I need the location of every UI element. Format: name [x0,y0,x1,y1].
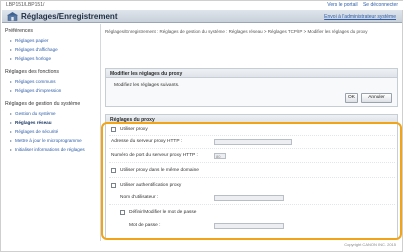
sidebar-item-system-management[interactable]: Gestion du système [10,111,56,116]
model-name: LBP151/LBP151/ [6,2,45,8]
proxy-panel-title: Réglages du proxy [106,115,397,123]
divider [109,162,395,163]
breadcrumb: Réglages/Enregistrement : Réglages de ge… [105,29,368,34]
set-password-label: Définir/Modifier le mot de passe [129,209,197,215]
same-domain-checkbox[interactable] [111,168,116,173]
use-auth-checkbox[interactable] [111,183,116,188]
sidebar: Préférences Réglages papier Réglages d'a… [2,24,101,241]
server-address-input[interactable] [214,139,292,145]
proxy-settings-panel: Réglages du proxy Utiliser proxy Adresse… [101,114,402,240]
main-content: Réglages/Enregistrement : Réglages de ge… [101,24,402,241]
divider [109,177,395,178]
sidebar-item-paper[interactable]: Réglages papier [10,38,48,43]
same-domain-label: Utiliser proxy dans le même domaine [120,167,199,173]
portal-link[interactable]: Vers le portail [327,2,357,8]
edit-proxy-panel: Modifier les réglages du proxy Modifiez … [105,68,398,107]
top-links: Vers le portail Se déconnecter [323,2,398,8]
edit-panel-title: Modifier les réglages du proxy [106,69,397,78]
port-input[interactable]: 80 [214,153,226,159]
sidebar-group-functions: Réglages des fonctions [5,69,59,75]
sidebar-item-network[interactable]: Réglages réseau [10,120,52,125]
username-input[interactable] [214,195,284,201]
sidebar-item-firmware[interactable]: Mettre à jour le microprogramme [10,138,82,143]
sidebar-item-common[interactable]: Réglages communs [10,79,56,84]
sidebar-item-display[interactable]: Réglages d'affichage [10,47,58,52]
divider [109,204,395,205]
use-proxy-checkbox[interactable] [111,127,116,132]
page-header: Réglages/Enregistrement Envoi à l'admini… [2,10,402,23]
cancel-button[interactable]: Annuler [361,93,392,103]
port-label: Numéro de port du serveur proxy HTTP : [111,153,198,158]
sidebar-item-clock[interactable]: Réglages horloge [10,56,51,61]
logout-link[interactable]: Se déconnecter [363,2,398,8]
sidebar-group-preferences: Préférences [5,28,33,34]
use-proxy-label: Utiliser proxy [120,126,148,132]
sidebar-item-security[interactable]: Réglages de sécurité [10,129,58,134]
divider [109,135,395,136]
sidebar-item-initialize[interactable]: Initialiser informations de réglages [10,147,85,152]
sidebar-group-system: Réglages de gestion du système [5,101,81,107]
server-address-label: Adresse du serveur proxy HTTP : [111,139,183,144]
username-label: Nom d'utilisateur : [120,195,159,200]
app-window: LBP151/LBP151/ Vers le portail Se déconn… [0,0,403,252]
use-auth-label: Utiliser authentification proxy [120,182,182,188]
top-bar: LBP151/LBP151/ Vers le portail Se déconn… [1,1,403,10]
edit-panel-message: Modifiez les réglages suivants. [114,83,180,88]
divider [109,148,395,149]
settings-home-icon [7,12,18,21]
password-input[interactable] [214,223,284,229]
sidebar-item-print[interactable]: Réglages d'impression [10,88,61,93]
mail-admin-link[interactable]: Envoi à l'administrateur système [324,14,396,20]
ok-button[interactable]: OK [345,93,358,103]
set-password-checkbox[interactable] [120,210,125,215]
password-label: Mot de passe : [129,223,161,228]
copyright: Copyright CANON INC. 2015 [344,242,396,247]
page-title: Réglages/Enregistrement [21,12,118,21]
